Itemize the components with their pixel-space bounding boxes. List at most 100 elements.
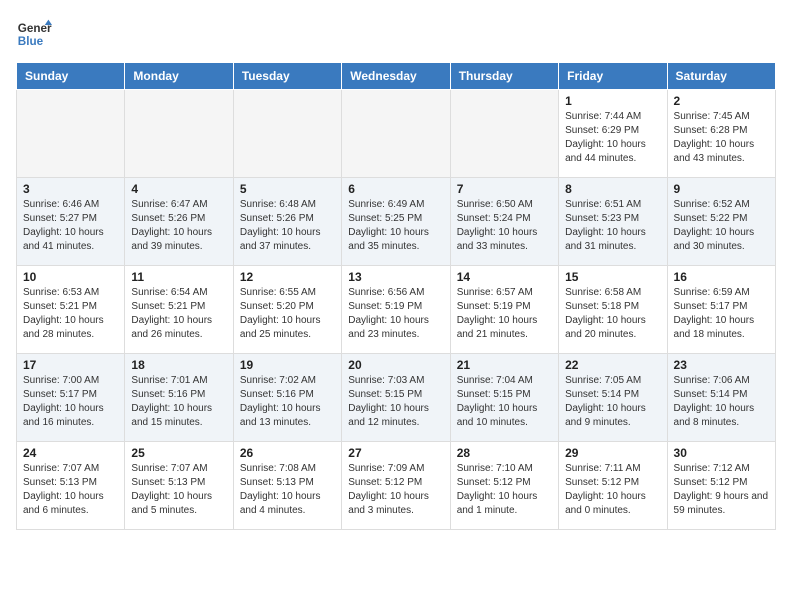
day-number: 22 xyxy=(565,358,660,372)
day-number: 1 xyxy=(565,94,660,108)
calendar-cell: 7 Sunrise: 6:50 AM Sunset: 5:24 PM Daylig… xyxy=(450,178,558,266)
weekday-header: Sunday xyxy=(17,63,125,90)
day-number: 24 xyxy=(23,446,118,460)
day-number: 8 xyxy=(565,182,660,196)
calendar-cell: 8 Sunrise: 6:51 AM Sunset: 5:23 PM Daylig… xyxy=(559,178,667,266)
day-detail: Sunrise: 6:52 AM Sunset: 5:22 PM Dayligh… xyxy=(674,198,769,254)
calendar-cell: 3Sunrise: 6:46 AM Sunset: 5:27 PM Daylig… xyxy=(17,178,125,266)
calendar-cell: 4 Sunrise: 6:47 AM Sunset: 5:26 PM Daylig… xyxy=(125,178,233,266)
day-detail: Sunrise: 6:57 AM Sunset: 5:19 PM Dayligh… xyxy=(457,286,552,342)
calendar-cell: 16 Sunrise: 6:59 AM Sunset: 5:17 PM Dayli… xyxy=(667,266,775,354)
day-detail: Sunrise: 6:59 AM Sunset: 5:17 PM Dayligh… xyxy=(674,286,769,342)
day-detail: Sunrise: 7:09 AM Sunset: 5:12 PM Dayligh… xyxy=(348,462,443,518)
day-number: 9 xyxy=(674,182,769,196)
day-detail: Sunrise: 6:51 AM Sunset: 5:23 PM Dayligh… xyxy=(565,198,660,254)
day-number: 29 xyxy=(565,446,660,460)
calendar-cell: 11Sunrise: 6:54 AM Sunset: 5:21 PM Dayli… xyxy=(125,266,233,354)
calendar-cell: 17 Sunrise: 7:00 AM Sunset: 5:17 PM Dayli… xyxy=(17,354,125,442)
day-number: 21 xyxy=(457,358,552,372)
day-detail: Sunrise: 7:05 AM Sunset: 5:14 PM Dayligh… xyxy=(565,374,660,430)
calendar-cell xyxy=(17,90,125,178)
calendar-cell: 14 Sunrise: 6:57 AM Sunset: 5:19 PM Dayli… xyxy=(450,266,558,354)
day-detail: Sunrise: 7:04 AM Sunset: 5:15 PM Dayligh… xyxy=(457,374,552,430)
day-detail: Sunrise: 7:45 AM Sunset: 6:28 PM Dayligh… xyxy=(674,110,769,166)
calendar-cell: 25 Sunrise: 7:07 AM Sunset: 5:13 PM Dayli… xyxy=(125,442,233,530)
calendar-cell: 28 Sunrise: 7:10 AM Sunset: 5:12 PM Dayli… xyxy=(450,442,558,530)
day-detail: Sunrise: 7:03 AM Sunset: 5:15 PM Dayligh… xyxy=(348,374,443,430)
day-detail: Sunrise: 7:06 AM Sunset: 5:14 PM Dayligh… xyxy=(674,374,769,430)
day-number: 17 xyxy=(23,358,118,372)
day-number: 14 xyxy=(457,270,552,284)
day-detail: Sunrise: 7:12 AM Sunset: 5:12 PM Dayligh… xyxy=(674,462,769,518)
calendar-cell: 6 Sunrise: 6:49 AM Sunset: 5:25 PM Daylig… xyxy=(342,178,450,266)
day-number: 5 xyxy=(240,182,335,196)
day-number: 6 xyxy=(348,182,443,196)
calendar-cell xyxy=(125,90,233,178)
calendar-cell: 15 Sunrise: 6:58 AM Sunset: 5:18 PM Dayli… xyxy=(559,266,667,354)
calendar-cell: 20 Sunrise: 7:03 AM Sunset: 5:15 PM Dayli… xyxy=(342,354,450,442)
day-detail: Sunrise: 6:56 AM Sunset: 5:19 PM Dayligh… xyxy=(348,286,443,342)
day-detail: Sunrise: 7:07 AM Sunset: 5:13 PM Dayligh… xyxy=(23,462,118,518)
calendar-cell: 1 Sunrise: 7:44 AM Sunset: 6:29 PM Daylig… xyxy=(559,90,667,178)
day-number: 25 xyxy=(131,446,226,460)
day-detail: Sunrise: 7:08 AM Sunset: 5:13 PM Dayligh… xyxy=(240,462,335,518)
calendar-cell: 13 Sunrise: 6:56 AM Sunset: 5:19 PM Dayli… xyxy=(342,266,450,354)
weekday-header: Tuesday xyxy=(233,63,341,90)
day-number: 20 xyxy=(348,358,443,372)
day-number: 28 xyxy=(457,446,552,460)
calendar-cell: 21 Sunrise: 7:04 AM Sunset: 5:15 PM Dayli… xyxy=(450,354,558,442)
weekday-header: Thursday xyxy=(450,63,558,90)
day-detail: Sunrise: 6:47 AM Sunset: 5:26 PM Dayligh… xyxy=(131,198,226,254)
day-number: 10 xyxy=(23,270,118,284)
calendar-cell: 10 Sunrise: 6:53 AM Sunset: 5:21 PM Dayli… xyxy=(17,266,125,354)
day-number: 30 xyxy=(674,446,769,460)
day-detail: Sunrise: 7:00 AM Sunset: 5:17 PM Dayligh… xyxy=(23,374,118,430)
calendar-cell: 19 Sunrise: 7:02 AM Sunset: 5:16 PM Dayli… xyxy=(233,354,341,442)
day-number: 26 xyxy=(240,446,335,460)
day-number: 23 xyxy=(674,358,769,372)
day-number: 15 xyxy=(565,270,660,284)
day-detail: Sunrise: 6:54 AM Sunset: 5:21 PM Dayligh… xyxy=(131,286,226,342)
day-number: 18 xyxy=(131,358,226,372)
day-detail: Sunrise: 7:01 AM Sunset: 5:16 PM Dayligh… xyxy=(131,374,226,430)
calendar-cell: 22 Sunrise: 7:05 AM Sunset: 5:14 PM Dayli… xyxy=(559,354,667,442)
day-detail: Sunrise: 6:55 AM Sunset: 5:20 PM Dayligh… xyxy=(240,286,335,342)
day-number: 19 xyxy=(240,358,335,372)
calendar-cell xyxy=(342,90,450,178)
logo: General Blue xyxy=(16,16,52,52)
day-detail: Sunrise: 6:50 AM Sunset: 5:24 PM Dayligh… xyxy=(457,198,552,254)
calendar-cell xyxy=(450,90,558,178)
day-detail: Sunrise: 7:44 AM Sunset: 6:29 PM Dayligh… xyxy=(565,110,660,166)
day-detail: Sunrise: 7:02 AM Sunset: 5:16 PM Dayligh… xyxy=(240,374,335,430)
calendar-cell: 2 Sunrise: 7:45 AM Sunset: 6:28 PM Daylig… xyxy=(667,90,775,178)
calendar-cell: 27 Sunrise: 7:09 AM Sunset: 5:12 PM Dayli… xyxy=(342,442,450,530)
calendar-cell xyxy=(233,90,341,178)
calendar-cell: 12 Sunrise: 6:55 AM Sunset: 5:20 PM Dayli… xyxy=(233,266,341,354)
day-number: 12 xyxy=(240,270,335,284)
calendar-cell: 18 Sunrise: 7:01 AM Sunset: 5:16 PM Dayli… xyxy=(125,354,233,442)
calendar-cell: 23 Sunrise: 7:06 AM Sunset: 5:14 PM Dayli… xyxy=(667,354,775,442)
day-number: 2 xyxy=(674,94,769,108)
calendar-cell: 29 Sunrise: 7:11 AM Sunset: 5:12 PM Dayli… xyxy=(559,442,667,530)
calendar-cell: 26 Sunrise: 7:08 AM Sunset: 5:13 PM Dayli… xyxy=(233,442,341,530)
logo-icon: General Blue xyxy=(16,16,52,52)
weekday-header: Friday xyxy=(559,63,667,90)
svg-text:Blue: Blue xyxy=(18,35,44,48)
day-detail: Sunrise: 6:48 AM Sunset: 5:26 PM Dayligh… xyxy=(240,198,335,254)
day-detail: Sunrise: 7:10 AM Sunset: 5:12 PM Dayligh… xyxy=(457,462,552,518)
day-number: 7 xyxy=(457,182,552,196)
day-detail: Sunrise: 6:46 AM Sunset: 5:27 PM Dayligh… xyxy=(23,198,118,254)
day-detail: Sunrise: 6:53 AM Sunset: 5:21 PM Dayligh… xyxy=(23,286,118,342)
day-detail: Sunrise: 7:11 AM Sunset: 5:12 PM Dayligh… xyxy=(565,462,660,518)
day-number: 13 xyxy=(348,270,443,284)
calendar-cell: 9 Sunrise: 6:52 AM Sunset: 5:22 PM Daylig… xyxy=(667,178,775,266)
header-area: General Blue xyxy=(16,16,776,52)
day-number: 27 xyxy=(348,446,443,460)
day-detail: Sunrise: 7:07 AM Sunset: 5:13 PM Dayligh… xyxy=(131,462,226,518)
calendar-cell: 5 Sunrise: 6:48 AM Sunset: 5:26 PM Daylig… xyxy=(233,178,341,266)
calendar-cell: 24 Sunrise: 7:07 AM Sunset: 5:13 PM Dayli… xyxy=(17,442,125,530)
day-number: 16 xyxy=(674,270,769,284)
day-number: 4 xyxy=(131,182,226,196)
day-detail: Sunrise: 6:58 AM Sunset: 5:18 PM Dayligh… xyxy=(565,286,660,342)
day-detail: Sunrise: 6:49 AM Sunset: 5:25 PM Dayligh… xyxy=(348,198,443,254)
